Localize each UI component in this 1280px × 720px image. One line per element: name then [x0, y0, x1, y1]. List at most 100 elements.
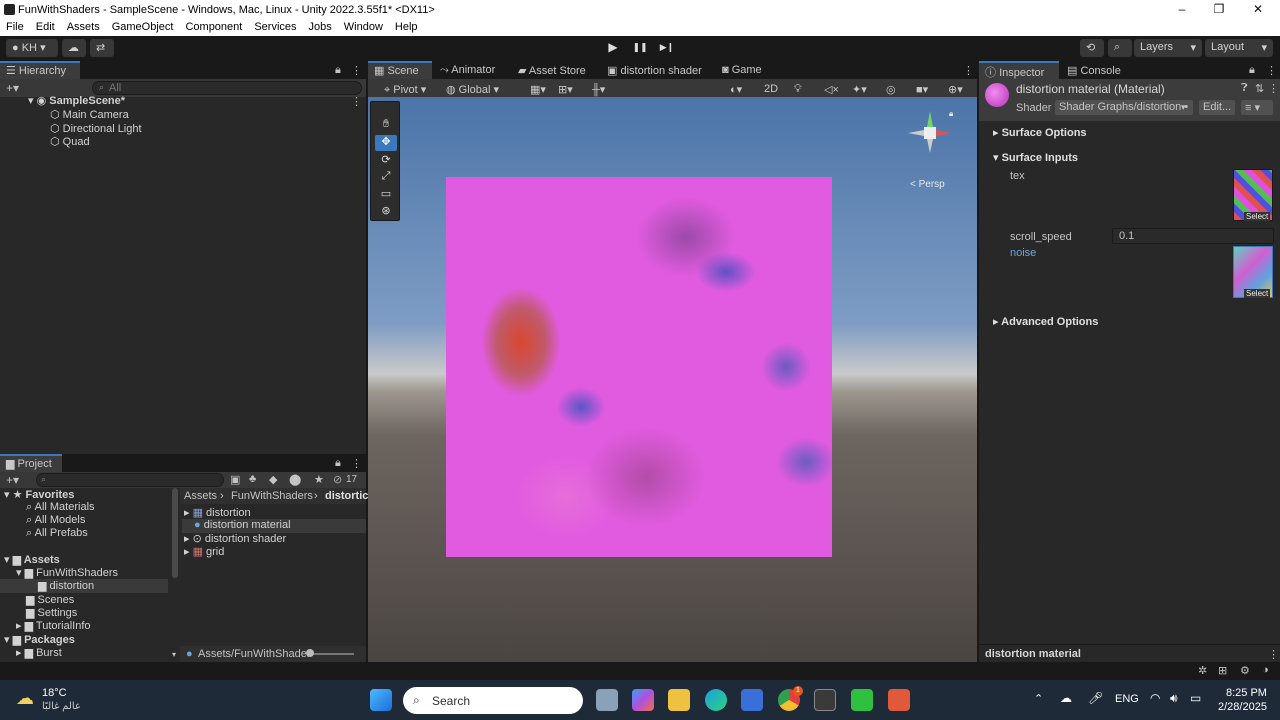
- preset-icon[interactable]: ⇅: [1255, 82, 1264, 95]
- more-menu-icon[interactable]: ⋮: [1268, 82, 1279, 95]
- tab-asset-store[interactable]: ▰ Asset Store: [512, 61, 592, 79]
- lock-icon[interactable]: 🔒︎: [1249, 64, 1255, 77]
- shader-options-dropdown[interactable]: ≡ ▾: [1241, 100, 1273, 115]
- hidden-objects-toggle[interactable]: ◎: [882, 82, 906, 97]
- transform-tool-icon[interactable]: ⊛: [375, 204, 397, 220]
- layers-dropdown[interactable]: Layers ▾: [1134, 39, 1202, 57]
- scene-more-icon[interactable]: ⋮: [351, 95, 362, 108]
- store-icon[interactable]: [741, 689, 763, 711]
- menu-services[interactable]: Services: [248, 20, 302, 33]
- clock-date[interactable]: 2/28/2025: [1218, 701, 1267, 713]
- breadcrumb-funwithshaders[interactable]: FunWithShaders: [231, 490, 313, 502]
- list-item[interactable]: ▸ ▦ grid: [184, 545, 224, 559]
- cloud-button[interactable]: ☁: [62, 39, 86, 57]
- list-item[interactable]: ⬡ Main Camera: [50, 108, 129, 122]
- more-menu-icon[interactable]: ⋮: [351, 457, 362, 470]
- camera-settings-dropdown[interactable]: ■▾: [912, 82, 940, 97]
- list-item[interactable]: ▆ Scenes: [26, 593, 74, 607]
- search-button[interactable]: ⌕: [1108, 39, 1132, 57]
- breadcrumb-distortion[interactable]: distortic: [325, 490, 368, 502]
- list-item[interactable]: ⬡ Directional Light: [50, 122, 142, 136]
- cache-icon[interactable]: ⊞: [1218, 664, 1227, 677]
- 2d-toggle[interactable]: 2D: [760, 82, 784, 97]
- recorder-icon[interactable]: [888, 689, 910, 711]
- tag-icon[interactable]: ◆: [269, 473, 277, 486]
- step-button[interactable]: ▶❙: [658, 42, 676, 58]
- snap-increment-button[interactable]: ⊞▾: [554, 82, 582, 97]
- ruler-button[interactable]: ╫▾: [588, 82, 618, 97]
- gizmo-y-axis[interactable]: [927, 111, 933, 127]
- scene-viewport[interactable]: ✋︎ ✥ ⟳ ⤢ ▭ ⊛ 🔒︎ < Persp: [368, 97, 977, 662]
- packages-header[interactable]: ▾ ▆ Packages: [4, 633, 75, 647]
- menu-window[interactable]: Window: [338, 20, 389, 33]
- hand-tool-icon[interactable]: ✋︎: [375, 118, 397, 134]
- tab-distortion-shader[interactable]: ▣ distortion shader: [601, 61, 708, 79]
- grid-snap-button[interactable]: ▦▾: [526, 82, 550, 97]
- list-item[interactable]: ▾ ▆ FunWithShaders: [16, 566, 118, 580]
- lighting-toggle[interactable]: 💡︎: [790, 82, 814, 97]
- advanced-options-foldout[interactable]: ▸ Advanced Options: [979, 312, 1280, 332]
- create-button[interactable]: +▾: [6, 473, 19, 487]
- tab-inspector[interactable]: ⓘ Inspector: [979, 61, 1059, 79]
- list-item[interactable]: ⬡ Quad: [50, 135, 90, 149]
- weather-icon[interactable]: ☁: [16, 688, 34, 709]
- list-item[interactable]: ⌕ All Prefabs: [26, 527, 88, 541]
- microphone-icon[interactable]: 🎤︎: [1088, 691, 1103, 705]
- pivot-dropdown[interactable]: ⌖ Pivot ▾: [380, 82, 438, 97]
- scroll-speed-input[interactable]: 0.1: [1112, 228, 1274, 244]
- noise-texture-slot[interactable]: Select: [1233, 246, 1273, 298]
- scene-row[interactable]: ▾ ◉ SampleScene*: [28, 94, 125, 108]
- persp-label[interactable]: < Persp: [910, 179, 945, 190]
- audio-toggle[interactable]: ◁×: [820, 82, 844, 97]
- clock-time[interactable]: 8:25 PM: [1226, 687, 1267, 699]
- orientation-gizmo[interactable]: 🔒︎: [904, 109, 954, 169]
- tab-console[interactable]: ▤ Console: [1061, 61, 1127, 79]
- project-search-input[interactable]: ⌕: [36, 473, 224, 487]
- surface-inputs-foldout[interactable]: ▾ Surface Inputs: [979, 148, 1280, 168]
- rotate-tool-icon[interactable]: ⟳: [375, 153, 397, 169]
- maximize-button[interactable]: ❐: [1199, 2, 1239, 18]
- notification-icon[interactable]: ◑: [1262, 664, 1269, 676]
- tab-project[interactable]: ▆ Project: [0, 454, 62, 472]
- menu-assets[interactable]: Assets: [61, 20, 106, 33]
- select-tex-button[interactable]: Select: [1244, 212, 1271, 221]
- hierarchy-search-input[interactable]: ⌕ All: [92, 81, 362, 95]
- rect-tool-icon[interactable]: ▭: [375, 187, 397, 203]
- taskbar-search-input[interactable]: ⌕ Search: [403, 687, 583, 714]
- settings-icon[interactable]: ⚙︎: [1240, 664, 1250, 677]
- menu-gameobject[interactable]: GameObject: [106, 20, 180, 33]
- tex-texture-slot[interactable]: Select: [1233, 169, 1273, 221]
- lock-icon[interactable]: 🔒︎: [949, 109, 953, 119]
- add-object-button[interactable]: +▾: [6, 81, 19, 95]
- pause-button[interactable]: ❚❚: [631, 42, 649, 58]
- list-item-selected[interactable]: ▆ distortion: [0, 579, 168, 593]
- gizmo-x-axis[interactable]: [936, 130, 952, 136]
- lock-icon[interactable]: 🔒︎: [335, 64, 341, 77]
- list-item[interactable]: ⌕ All Models: [26, 514, 85, 528]
- select-noise-button[interactable]: Select: [1244, 289, 1271, 298]
- star-icon[interactable]: ★: [314, 473, 324, 486]
- surface-options-foldout[interactable]: ▸ Surface Options: [979, 123, 1280, 143]
- minimize-button[interactable]: –: [1162, 2, 1202, 18]
- layout-dropdown[interactable]: Layout ▾: [1205, 39, 1273, 57]
- onedrive-icon[interactable]: ☁: [1060, 691, 1072, 705]
- history-button[interactable]: ⟲: [1080, 39, 1104, 57]
- more-menu-icon[interactable]: ⋮: [351, 64, 362, 77]
- zoom-slider-handle[interactable]: [306, 649, 314, 657]
- file-explorer-icon[interactable]: [668, 689, 690, 711]
- task-view-icon[interactable]: [596, 689, 618, 711]
- list-item[interactable]: ⌕ All Materials: [26, 501, 95, 515]
- quad-object[interactable]: [446, 177, 832, 557]
- gizmo-center[interactable]: [924, 127, 936, 139]
- list-item[interactable]: ▸ ▆ TutorialInfo: [16, 619, 91, 633]
- warning-icon[interactable]: ⬤: [289, 473, 301, 486]
- windows-start-icon[interactable]: [370, 689, 392, 711]
- assets-header[interactable]: ▾ ▆ Assets: [4, 553, 60, 567]
- filter-type-icon[interactable]: ▣: [230, 473, 240, 486]
- bug-icon[interactable]: ✲: [1198, 664, 1207, 677]
- menu-jobs[interactable]: Jobs: [303, 20, 338, 33]
- favorites-header[interactable]: ▾ ★ Favorites: [4, 488, 74, 502]
- breadcrumb-assets[interactable]: Assets: [184, 490, 217, 502]
- volume-icon[interactable]: 🔊︎: [1170, 691, 1178, 706]
- menu-help[interactable]: Help: [389, 20, 424, 33]
